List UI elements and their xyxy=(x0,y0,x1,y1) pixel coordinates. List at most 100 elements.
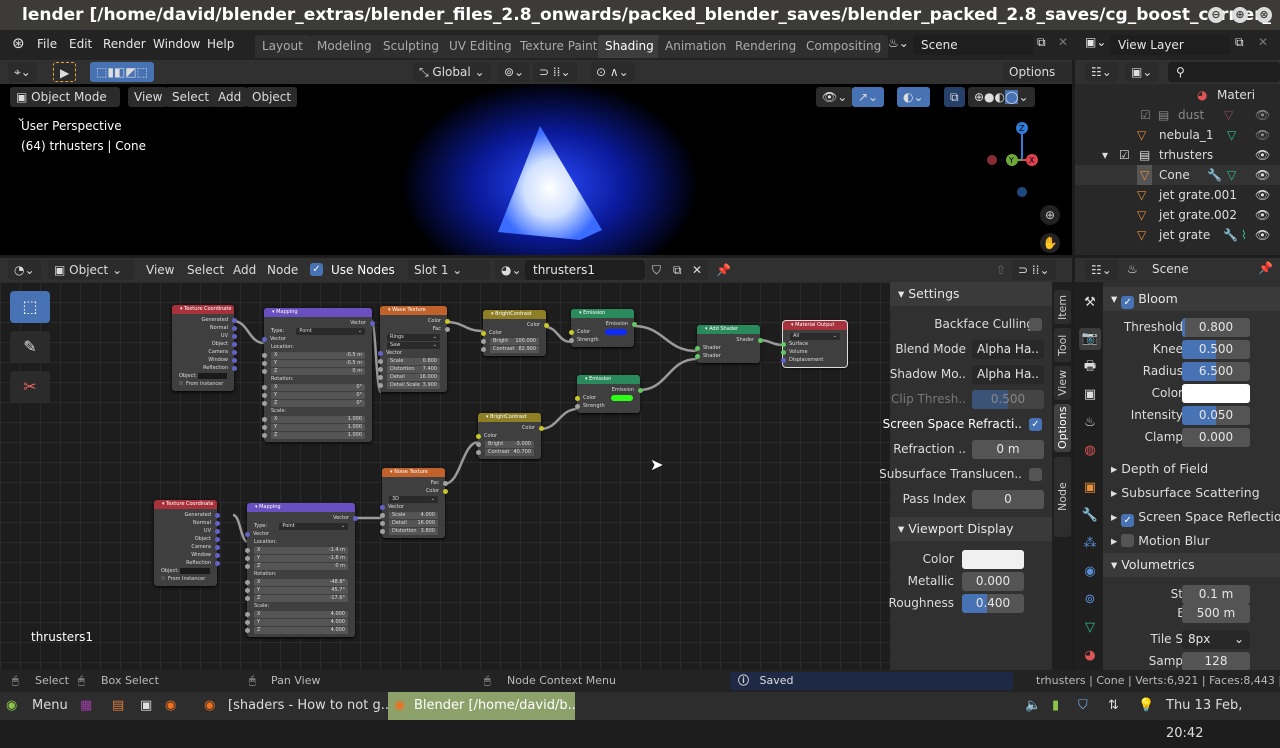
socket-icon[interactable] xyxy=(261,416,267,422)
copy-scene-icon[interactable]: ⧉ xyxy=(1037,35,1046,50)
outliner-item-cone[interactable]: ▽ Cone 🔧 ▽ 👁 xyxy=(1075,165,1280,185)
pivot-icon[interactable]: ⊚⌄ xyxy=(498,62,531,82)
node-value-field[interactable]: Y 0° xyxy=(271,391,365,399)
object-picker[interactable] xyxy=(198,373,227,379)
node-dropdown-field[interactable]: Saw ⌄ xyxy=(387,341,440,349)
socket-icon[interactable] xyxy=(379,512,385,518)
xray-icon[interactable]: ⧉ xyxy=(944,87,965,107)
socket-icon[interactable] xyxy=(261,384,267,390)
socket-icon[interactable] xyxy=(543,322,549,328)
socket-icon[interactable] xyxy=(261,360,267,366)
tab-animation[interactable]: Animation xyxy=(658,35,734,58)
bloom-intensity-field[interactable]: 0.050 xyxy=(1182,406,1250,425)
node-value-field[interactable]: Scale 4.000 xyxy=(389,511,438,519)
object-mode-dropdown[interactable]: ▣ Object Mode ⌄ xyxy=(10,87,120,124)
socket-icon[interactable] xyxy=(231,357,237,363)
socket-icon[interactable] xyxy=(244,619,250,625)
node-value-field[interactable]: Detail Scale 3.900 xyxy=(387,381,440,389)
files-launcher-icon[interactable]: ▦ xyxy=(80,692,92,720)
select-box-tool-icon[interactable]: ⬚ xyxy=(10,291,50,323)
menu-help[interactable]: Help xyxy=(207,37,234,51)
node-value-field[interactable]: Bright -3.000 xyxy=(485,440,534,448)
task-firefox[interactable]: [shaders - How to not g... xyxy=(228,692,393,720)
socket-icon[interactable] xyxy=(244,555,250,561)
mint-menu-icon[interactable]: ◉ xyxy=(6,692,17,720)
socket-icon[interactable] xyxy=(244,547,250,553)
outliner-item-nebula[interactable]: ▽ nebula_1 ▽ 👁 xyxy=(1075,125,1280,145)
node-em1[interactable]: ▾ Emission Emission Color Strength xyxy=(568,309,637,347)
socket-icon[interactable] xyxy=(377,382,383,388)
tile-size-dropdown[interactable]: 8px ⌄ xyxy=(1182,630,1250,649)
node-value-field[interactable]: Z -17.6° xyxy=(254,594,348,602)
outliner-item-jet-grate-002[interactable]: ▽ jet grate.002 👁 xyxy=(1075,205,1280,225)
backface-culling-checkbox[interactable] xyxy=(1029,318,1042,331)
color-swatch[interactable] xyxy=(605,329,627,335)
unlink-material-icon[interactable]: ✕ xyxy=(686,260,709,280)
dof-panel-header[interactable]: ▸ Depth of Field xyxy=(1103,457,1280,481)
snap-icon[interactable]: ⊃ ⁞⁞⌄ xyxy=(533,62,577,82)
node-value-field[interactable]: Distortion 3.800 xyxy=(389,527,438,535)
socket-icon[interactable] xyxy=(574,395,580,401)
socket-icon[interactable] xyxy=(244,611,250,617)
node-em2[interactable]: ▾ Emission Emission Color Strength xyxy=(574,375,643,413)
node-value-field[interactable]: Contrast 82.900 xyxy=(490,345,539,353)
socket-icon[interactable] xyxy=(574,403,580,409)
node-wave[interactable]: ▾ Wave Texture Color Fac Rings ⌄ Saw ⌄ Vector Sc… xyxy=(377,306,450,392)
socket-icon[interactable] xyxy=(377,374,383,380)
node-link[interactable] xyxy=(232,319,265,345)
socket-icon[interactable] xyxy=(214,520,220,526)
socket-icon[interactable] xyxy=(261,336,267,342)
network-icon[interactable]: ⇅ xyxy=(1108,692,1119,720)
tab-tool[interactable]: Tool xyxy=(1054,328,1071,362)
constraints-tab-icon[interactable]: ⊚ xyxy=(1079,589,1101,611)
modifier-tab-icon[interactable]: 🔧 xyxy=(1079,505,1101,527)
volume-icon[interactable]: 🔈 xyxy=(1025,692,1041,720)
socket-icon[interactable] xyxy=(444,318,450,324)
socket-icon[interactable] xyxy=(244,563,250,569)
refraction-depth-field[interactable]: 0 m xyxy=(972,440,1044,459)
terminal-icon[interactable]: ▣ xyxy=(140,692,152,720)
tab-uv-editing[interactable]: UV Editing xyxy=(442,35,519,58)
socket-icon[interactable] xyxy=(475,449,481,455)
node-add[interactable]: ▾ Add Shader Shader Shader Shader xyxy=(694,325,763,363)
socket-icon[interactable] xyxy=(694,353,700,359)
material-name-field[interactable]: thrusters1 xyxy=(525,260,645,280)
duplicate-material-icon[interactable]: ⧉ xyxy=(667,260,688,280)
orientation-dropdown[interactable]: ⤡ Global ⌄ xyxy=(413,62,491,82)
node-title[interactable]: ▾ Mapping xyxy=(264,308,372,317)
checkbox[interactable] xyxy=(161,576,165,580)
view-layer-tab-icon[interactable]: ▣ xyxy=(1079,384,1101,406)
node-out[interactable]: ▾ Material Output All ⌄ Surface Volume Displa… xyxy=(780,320,848,368)
socket-icon[interactable] xyxy=(231,365,237,371)
node-value-field[interactable]: Y -1.8 m xyxy=(254,554,348,562)
scene-selector[interactable]: Scene xyxy=(913,35,1033,55)
transform-pivot-icon[interactable]: ⌖⌄ xyxy=(8,62,37,82)
menu-window[interactable]: Window xyxy=(153,37,200,51)
socket-icon[interactable] xyxy=(214,544,220,550)
node-value-field[interactable]: Bright 100.000 xyxy=(490,337,539,345)
node-bc1[interactable]: ▾ BrightContrast Color Color Bright 100.000 C… xyxy=(480,310,549,356)
node-title[interactable]: ▾ Emission xyxy=(577,375,640,384)
node-bc2[interactable]: ▾ BrightContrast Color Color Bright -3.000 Co… xyxy=(475,413,544,459)
cut-links-tool-icon[interactable]: ✂ xyxy=(10,371,50,403)
socket-icon[interactable] xyxy=(231,341,237,347)
object-picker[interactable] xyxy=(180,568,210,574)
copy-view-layer-icon[interactable]: ⧉ xyxy=(1235,35,1244,50)
outliner-item-material[interactable]: ◕ Materi xyxy=(1075,85,1280,105)
tab-shading[interactable]: Shading xyxy=(598,35,661,58)
socket-icon[interactable] xyxy=(214,512,220,518)
particles-tab-icon[interactable]: ⁂ xyxy=(1079,533,1101,555)
node-value-field[interactable]: Z 0° xyxy=(271,399,365,407)
delete-view-layer-icon[interactable]: ✕ xyxy=(1258,35,1268,49)
render-tab-icon[interactable]: 📷 xyxy=(1079,328,1101,350)
socket-icon[interactable] xyxy=(568,329,574,335)
bloom-knee-field[interactable]: 0.500 xyxy=(1182,340,1250,359)
output-tab-icon[interactable]: 🖶 xyxy=(1079,356,1101,378)
select-tool-icon[interactable]: ▶ xyxy=(53,62,77,82)
node-map2[interactable]: ▾ Mapping Vector Type: Point ⌄ Vector Location… xyxy=(244,503,358,637)
slot-dropdown[interactable]: Slot 1 ⌄ xyxy=(408,260,490,280)
bloom-color-field[interactable] xyxy=(1182,384,1250,403)
blend-mode-dropdown[interactable]: Alpha Ha.. ⌄ xyxy=(972,340,1044,359)
node-menu-node[interactable]: Node xyxy=(261,260,304,280)
bloom-clamp-field[interactable]: 0.000 xyxy=(1182,428,1250,447)
